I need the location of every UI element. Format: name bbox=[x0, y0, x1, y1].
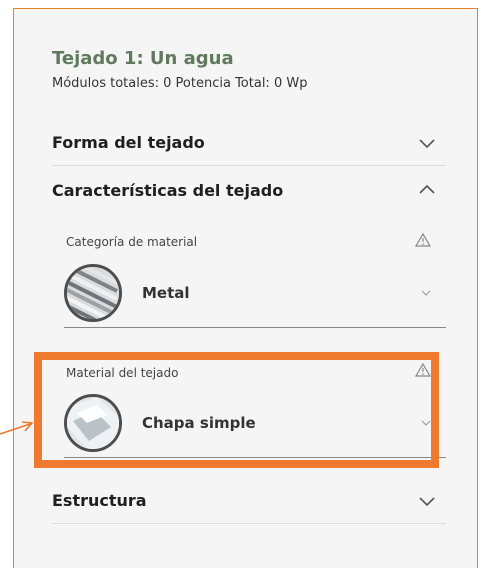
section-roof-shape-label: Forma del tejado bbox=[52, 133, 205, 152]
roof-summary: Módulos totales: 0 Potencia Total: 0 Wp bbox=[52, 76, 308, 91]
material-category-select[interactable]: Metal bbox=[64, 258, 446, 328]
arrow-pointer-icon bbox=[0, 421, 34, 435]
highlight-box bbox=[34, 352, 439, 468]
warning-triangle-icon bbox=[415, 232, 431, 247]
metal-material-image bbox=[64, 263, 122, 322]
section-roof-characteristics-label: Características del tejado bbox=[52, 180, 284, 200]
material-category-value: Metal bbox=[142, 283, 190, 302]
section-structure[interactable]: Estructura bbox=[52, 478, 446, 524]
chevron-up-icon bbox=[419, 184, 435, 194]
chevron-down-icon bbox=[419, 138, 435, 148]
roof-title: Tejado 1: Un agua bbox=[52, 48, 234, 69]
section-roof-characteristics[interactable]: Características del tejado bbox=[52, 167, 446, 213]
chevron-down-icon bbox=[421, 290, 431, 296]
material-category-label: Categoría de material bbox=[66, 235, 198, 249]
section-structure-label: Estructura bbox=[52, 491, 147, 510]
chevron-down-icon bbox=[419, 496, 435, 506]
section-roof-shape[interactable]: Forma del tejado bbox=[52, 120, 446, 166]
